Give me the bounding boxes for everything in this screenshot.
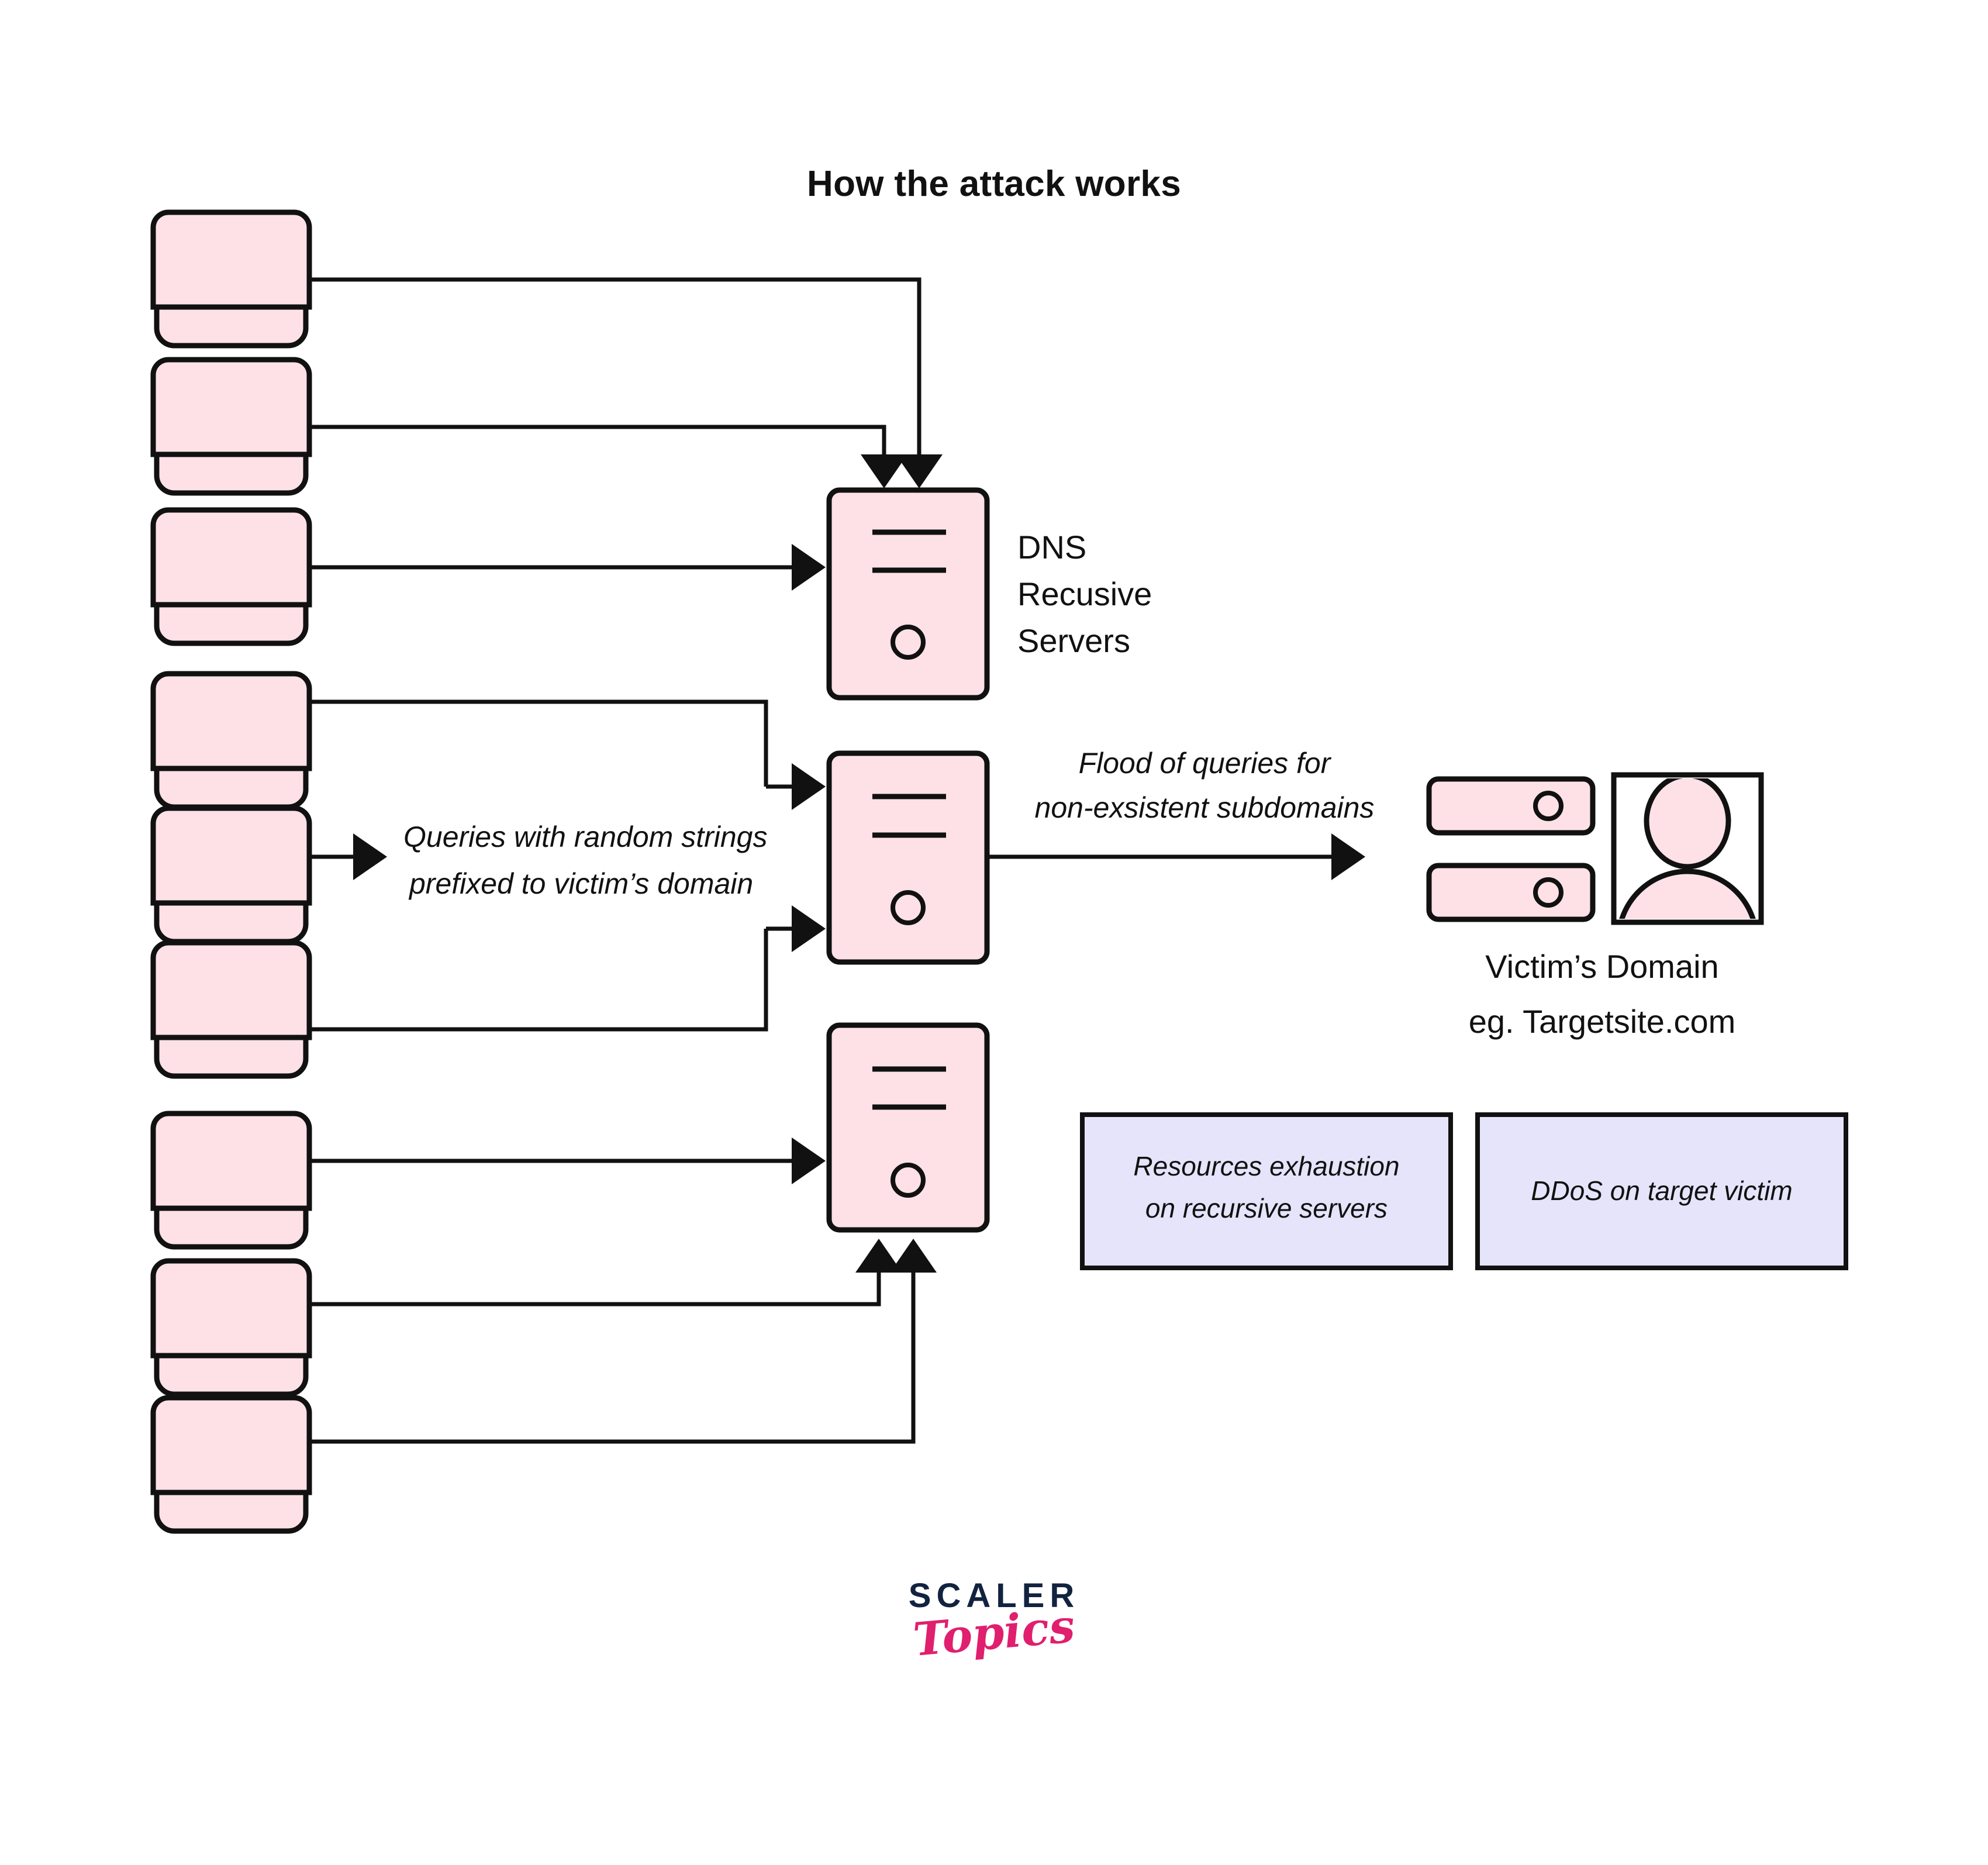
- flood-annotation-line-2: non-exsistent subdomains: [1035, 791, 1375, 824]
- queries-annotation: Queries with random strings prefixed to …: [403, 821, 767, 900]
- victim-label-line-2: eg. Targetsite.com: [1469, 1003, 1736, 1040]
- laptop-icon[interactable]: [150, 209, 312, 349]
- connector-client1-to-server1: [309, 277, 943, 488]
- flood-annotation-line-1: Flood of queries for: [1079, 747, 1332, 780]
- dns-servers-label-line-3: Servers: [1017, 622, 1130, 659]
- connector-client3-to-server1: [309, 544, 826, 591]
- flood-annotation: Flood of queries for non-exsistent subdo…: [1035, 747, 1375, 824]
- queries-annotation-line-2: prefixed to victim’s domain: [408, 867, 753, 900]
- server-tower-icon[interactable]: [826, 1022, 990, 1233]
- laptop-icon[interactable]: [150, 1395, 312, 1534]
- diagram-canvas: How the attack works DNS Recusive Server…: [0, 0, 1988, 1865]
- client-group-middle: [150, 671, 312, 1079]
- laptop-icon[interactable]: [150, 1111, 312, 1250]
- laptop-icon[interactable]: [150, 805, 312, 944]
- connector-client8-to-server3: [309, 1239, 902, 1306]
- scaler-topics-logo: SCALER Topics: [0, 1579, 1988, 1667]
- server-tower-icon[interactable]: [826, 750, 990, 965]
- victim-domain-group: Victim’s Domain eg. Targetsite.com: [1426, 772, 1764, 1040]
- server-tower-icon[interactable]: [826, 487, 990, 701]
- laptop-icon[interactable]: [150, 940, 312, 1079]
- queries-annotation-line-1: Queries with random strings: [403, 821, 767, 853]
- outcome-resource-exhaustion[interactable]: Resources exhaustion on recursive server…: [1080, 1112, 1453, 1270]
- connector-client5-to-annotation: [309, 833, 387, 880]
- connector-client4-to-server2: [309, 699, 826, 810]
- laptop-icon[interactable]: [150, 507, 312, 646]
- page-title: How the attack works: [807, 164, 1181, 204]
- client-group-bottom: [150, 1111, 312, 1534]
- victim-label-line-1: Victim’s Domain: [1485, 948, 1718, 985]
- outcome-ddos-line-1: DDoS on target victim: [1531, 1175, 1792, 1206]
- laptop-icon[interactable]: [150, 671, 312, 810]
- dns-servers-label-line-2: Recusive: [1017, 575, 1152, 612]
- server-rack-icon[interactable]: [1426, 776, 1596, 836]
- laptop-icon[interactable]: [150, 1258, 312, 1397]
- dns-servers-label: DNS Recusive Servers: [1017, 529, 1152, 659]
- outcome-ddos[interactable]: DDoS on target victim: [1475, 1112, 1848, 1270]
- dns-servers-label-line-1: DNS: [1017, 529, 1086, 566]
- outcome-resource-exhaustion-line-2: on recursive servers: [1145, 1193, 1388, 1223]
- laptop-icon[interactable]: [150, 357, 312, 496]
- client-group-top: [150, 209, 312, 646]
- connector-client6-to-server2: [309, 905, 826, 1032]
- connector-server2-to-victim: [988, 833, 1365, 880]
- connector-client7-to-server3: [309, 1137, 826, 1184]
- server-rack-icon[interactable]: [1426, 863, 1596, 922]
- connector-client9-to-server3: [309, 1239, 937, 1444]
- connector-client2-to-server1: [309, 425, 907, 488]
- outcome-resource-exhaustion-line-1: Resources exhaustion: [1133, 1151, 1399, 1181]
